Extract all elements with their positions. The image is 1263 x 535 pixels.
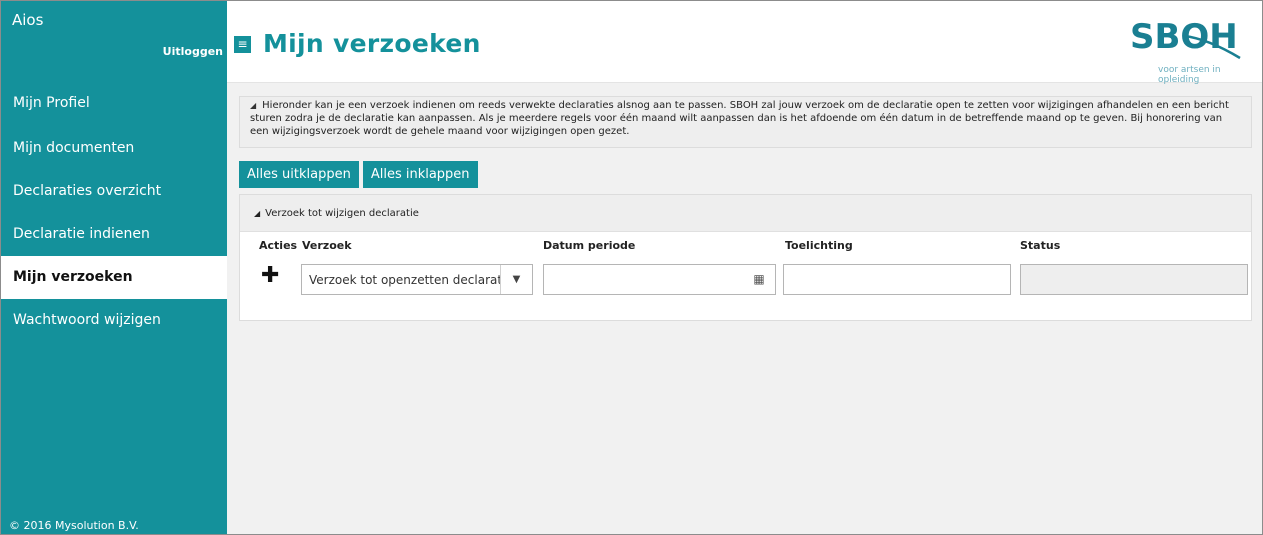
- caret-down-icon[interactable]: ▼: [500, 265, 532, 294]
- column-header-request: Verzoek: [302, 239, 352, 252]
- request-type-value: Verzoek tot openzetten declaratie: [309, 273, 501, 287]
- hamburger-icon[interactable]: ≡: [234, 36, 251, 53]
- page-title: Mijn verzoeken: [263, 29, 481, 58]
- panel-header[interactable]: ◢ Verzoek tot wijzigen declaratie: [240, 195, 1251, 232]
- request-panel: ◢ Verzoek tot wijzigen declaratie Acties …: [239, 194, 1252, 321]
- panel-title: Verzoek tot wijzigen declaratie: [265, 208, 419, 219]
- sidebar-item-declaratie-indienen[interactable]: Declaratie indienen: [1, 213, 227, 256]
- button-row: Alles uitklappen Alles inklappen: [239, 161, 482, 188]
- plus-icon[interactable]: ✚: [261, 265, 279, 287]
- main-area: ≡ Mijn verzoeken SBOH voor artsen in opl…: [227, 1, 1262, 534]
- date-period-input[interactable]: [544, 265, 744, 294]
- sidebar-item-wachtwoord-wijzigen[interactable]: Wachtwoord wijzigen: [1, 299, 227, 342]
- calendar-icon[interactable]: ▦: [743, 265, 775, 294]
- info-box: ◢ Hieronder kan je een verzoek indienen o…: [239, 96, 1252, 148]
- column-header-status: Status: [1020, 239, 1061, 252]
- date-period-field: ▦: [543, 264, 776, 295]
- content: ◢ Hieronder kan je een verzoek indienen o…: [227, 83, 1262, 534]
- copyright: © 2016 Mysolution B.V.: [9, 519, 139, 532]
- logo: SBOH voor artsen in opleiding: [1092, 16, 1242, 85]
- request-type-select[interactable]: Verzoek tot openzetten declaratie ▼: [301, 264, 533, 295]
- sidebar-item-declaraties-overzicht[interactable]: Declaraties overzicht: [1, 170, 227, 213]
- status-field: [1020, 264, 1248, 295]
- column-header-date: Datum periode: [543, 239, 636, 252]
- collapse-all-button[interactable]: Alles inklappen: [362, 161, 478, 188]
- sidebar-item-mijn-verzoeken[interactable]: Mijn verzoeken: [1, 256, 227, 299]
- page-header: ≡ Mijn verzoeken SBOH voor artsen in opl…: [227, 1, 1262, 85]
- logout-link[interactable]: Uitloggen: [163, 45, 223, 58]
- sboh-logo-graphic: SBOH: [1130, 17, 1241, 60]
- app-window: Aios Uitloggen Mijn Profiel Mijn documen…: [0, 0, 1263, 535]
- collapse-triangle-icon[interactable]: ◢: [250, 101, 256, 110]
- logo-tagline: voor artsen in opleiding: [1158, 65, 1221, 85]
- sidebar-item-mijn-profiel[interactable]: Mijn Profiel: [1, 83, 227, 127]
- info-text: Hieronder kan je een verzoek indienen om…: [250, 100, 1229, 137]
- column-header-note: Toelichting: [785, 239, 853, 252]
- app-title: Aios: [12, 11, 44, 29]
- note-input[interactable]: [783, 264, 1011, 295]
- sidebar: Aios Uitloggen Mijn Profiel Mijn documen…: [1, 1, 227, 534]
- sidebar-item-mijn-documenten[interactable]: Mijn documenten: [1, 127, 227, 170]
- collapse-triangle-icon: ◢: [254, 209, 261, 218]
- column-header-actions: Acties: [259, 239, 298, 252]
- sidebar-nav: Mijn Profiel Mijn documenten Declaraties…: [1, 83, 227, 342]
- expand-all-button[interactable]: Alles uitklappen: [239, 161, 359, 188]
- logo-text: SBOH: [1130, 17, 1238, 57]
